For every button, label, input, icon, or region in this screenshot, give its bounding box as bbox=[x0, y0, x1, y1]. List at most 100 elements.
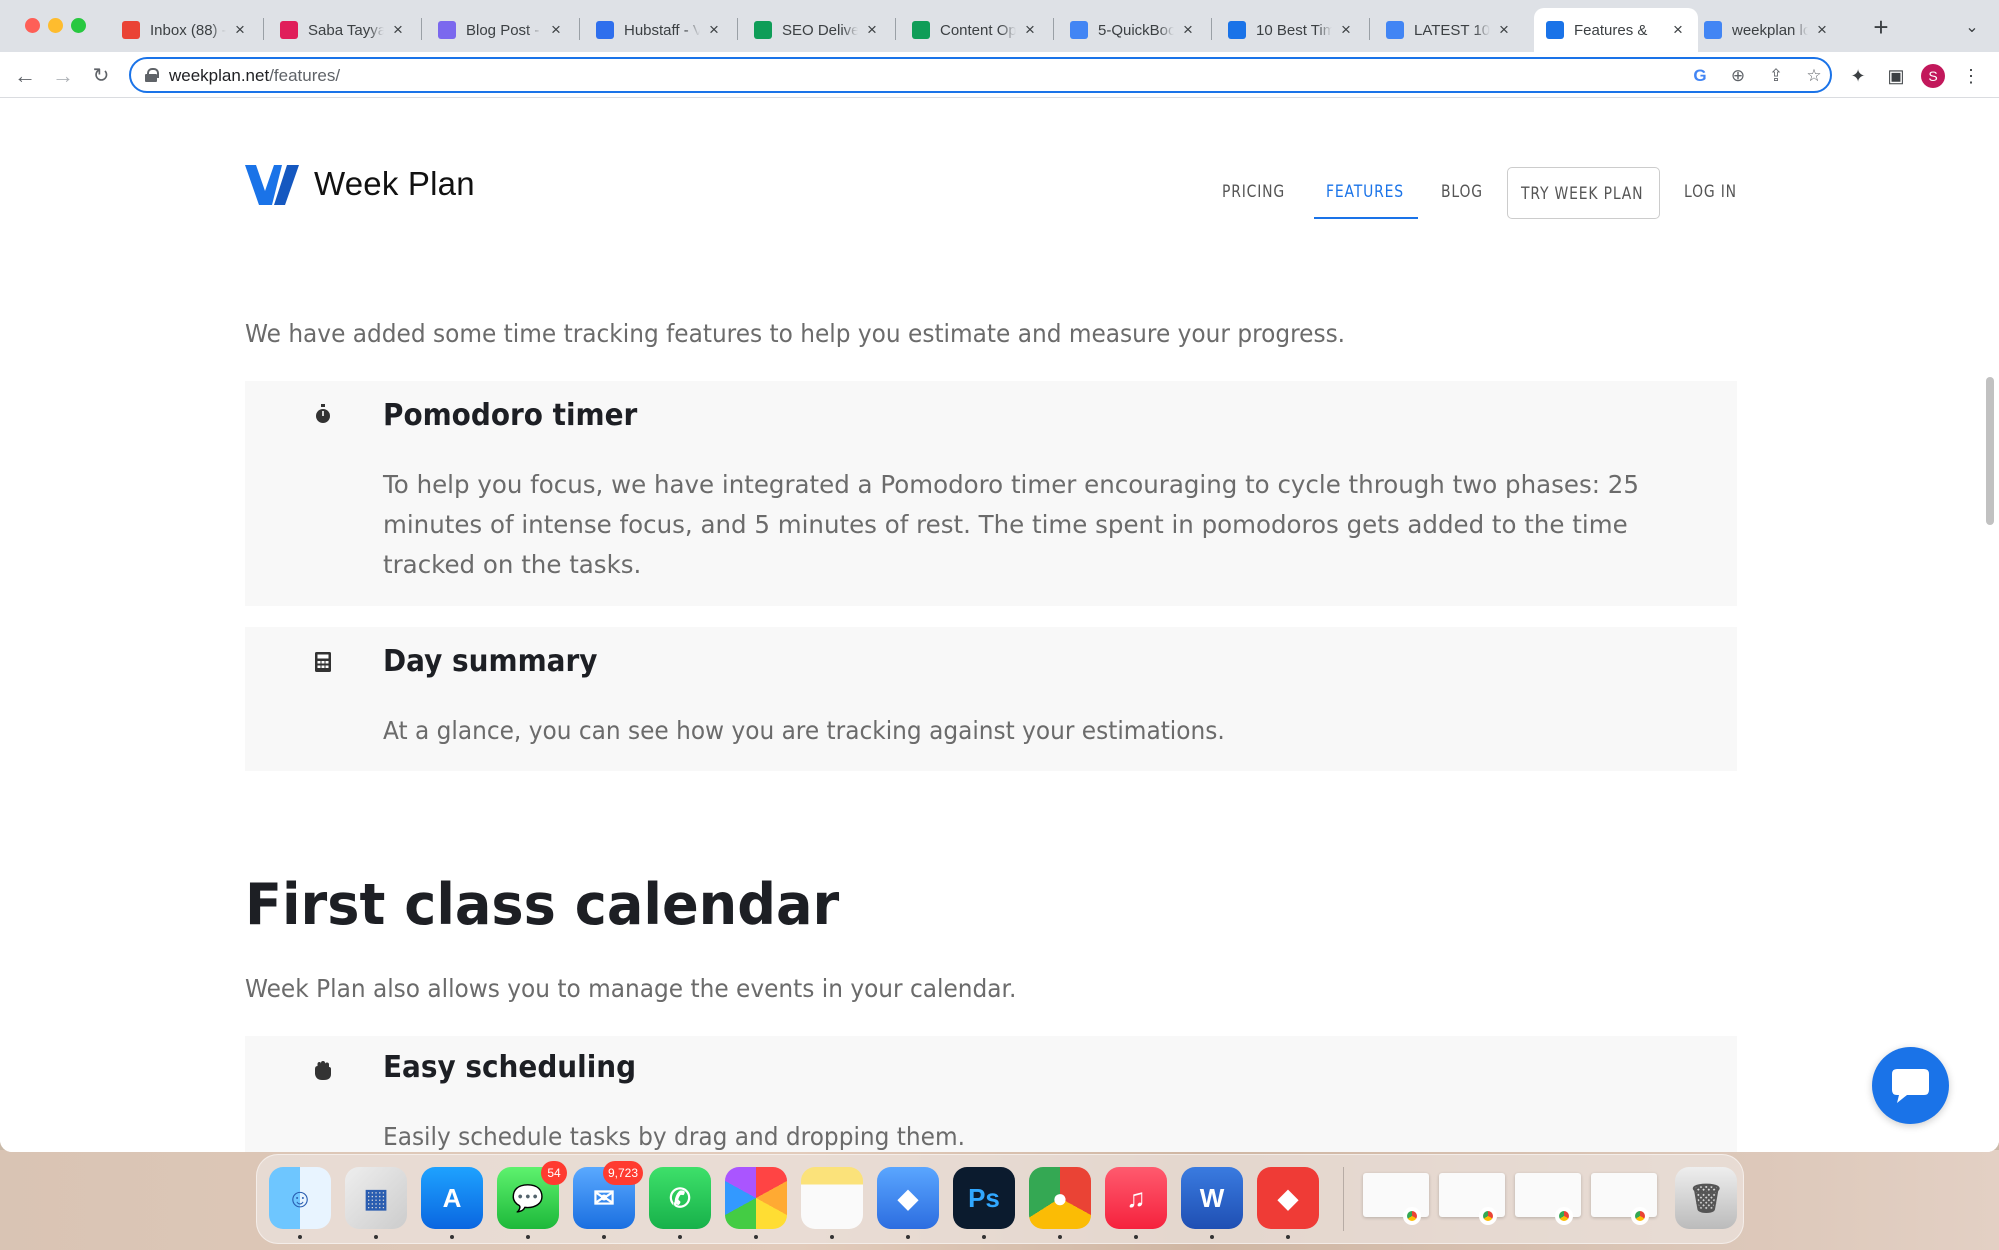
more-menu-icon[interactable]: ⋮ bbox=[1958, 63, 1984, 89]
tab-2[interactable]: Saba Tayyab × bbox=[268, 8, 418, 52]
zoom-icon[interactable]: ⊕ bbox=[1726, 64, 1750, 88]
tab-close-icon[interactable]: × bbox=[864, 20, 880, 40]
whatsapp-icon[interactable]: ✆ bbox=[649, 1167, 711, 1229]
tab-close-icon[interactable]: × bbox=[1496, 20, 1512, 40]
page-viewport: Time tracking Week Plan PRICING FEATURES… bbox=[0, 99, 1999, 1152]
tab-close-icon[interactable]: × bbox=[706, 20, 722, 40]
chat-widget-button[interactable] bbox=[1872, 1047, 1949, 1124]
nav-login[interactable]: LOG IN bbox=[1684, 182, 1737, 202]
tab-4[interactable]: Hubstaff - V × bbox=[584, 8, 734, 52]
weekplan-icon bbox=[1546, 21, 1564, 39]
chrome-glyph: ● bbox=[1052, 1182, 1068, 1213]
slack-icon bbox=[280, 21, 298, 39]
forward-button[interactable]: → bbox=[48, 61, 78, 91]
tab-8[interactable]: 10 Best Tim × bbox=[1216, 8, 1366, 52]
photos-icon[interactable] bbox=[725, 1167, 787, 1229]
back-button[interactable]: ← bbox=[10, 61, 40, 91]
running-indicator bbox=[374, 1235, 378, 1239]
feature-title: Pomodoro timer bbox=[383, 398, 638, 433]
reload-button[interactable]: ↻ bbox=[86, 61, 116, 91]
word-icon[interactable]: W bbox=[1181, 1167, 1243, 1229]
finder-glyph: ☺ bbox=[286, 1182, 314, 1213]
mail-icon[interactable]: ✉ 9,723 bbox=[573, 1161, 643, 1229]
tab-5[interactable]: SEO Deliver × bbox=[742, 8, 892, 52]
tab-separator bbox=[1211, 18, 1212, 40]
try-week-plan-button[interactable]: TRY WEEK PLAN bbox=[1507, 167, 1660, 219]
finder-icon[interactable]: ☺ bbox=[269, 1167, 331, 1229]
hubstaff-dock-icon[interactable]: ◆ bbox=[877, 1167, 939, 1229]
running-indicator bbox=[298, 1235, 302, 1239]
tab-close-icon[interactable]: × bbox=[1022, 20, 1038, 40]
calculator-icon bbox=[315, 652, 331, 672]
minimized-chrome-window[interactable] bbox=[1363, 1173, 1429, 1225]
nav-pricing[interactable]: PRICING bbox=[1222, 182, 1285, 202]
music-icon[interactable]: ♫ bbox=[1105, 1167, 1167, 1229]
tab-close-icon[interactable]: × bbox=[1814, 20, 1830, 40]
section-lead-calendar: Week Plan also allows you to manage the … bbox=[245, 974, 1017, 1003]
minimized-chrome-window[interactable] bbox=[1515, 1173, 1581, 1225]
tab-10[interactable]: Features & × bbox=[1534, 8, 1698, 52]
tab-title: SEO Deliver bbox=[782, 21, 858, 39]
google-lens-icon[interactable]: G bbox=[1688, 64, 1712, 88]
feature-title: Easy scheduling bbox=[383, 1050, 637, 1085]
tab-separator bbox=[421, 18, 422, 40]
scrollbar-thumb[interactable] bbox=[1986, 377, 1994, 525]
week-plan-logo-icon[interactable] bbox=[245, 165, 299, 205]
tab-close-icon[interactable]: × bbox=[1180, 20, 1196, 40]
page-scrollbar[interactable] bbox=[1982, 99, 1999, 1152]
tab-close-icon[interactable]: × bbox=[548, 20, 564, 40]
tab-strip: Inbox (88) - ×Saba Tayyab×Blog Post - ×H… bbox=[0, 0, 1999, 52]
feature-card-day-summary: Day summary At a glance, you can see how… bbox=[245, 627, 1737, 771]
minimize-window-button[interactable] bbox=[48, 18, 63, 33]
tab-1[interactable]: Inbox (88) - × bbox=[110, 8, 260, 52]
extensions-puzzle-icon[interactable]: ✦ bbox=[1845, 63, 1871, 89]
minimized-chrome-window[interactable] bbox=[1439, 1173, 1505, 1225]
tab-close-icon[interactable]: × bbox=[1338, 20, 1354, 40]
tab-close-icon[interactable]: × bbox=[232, 20, 248, 40]
launchpad-icon[interactable]: ▦ bbox=[345, 1167, 407, 1229]
close-window-button[interactable] bbox=[25, 18, 40, 33]
zoom-window-button[interactable] bbox=[71, 18, 86, 33]
tab-11[interactable]: weekplan lo × bbox=[1692, 8, 1842, 52]
profile-avatar[interactable]: S bbox=[1921, 64, 1945, 88]
site-header: Week Plan PRICING FEATURES BLOG TRY WEEK… bbox=[0, 99, 1982, 224]
music-glyph: ♫ bbox=[1126, 1182, 1146, 1213]
nav-blog[interactable]: BLOG bbox=[1441, 182, 1483, 202]
running-indicator bbox=[678, 1235, 682, 1239]
tab-search-chevron-icon[interactable]: ⌄ bbox=[1958, 14, 1986, 42]
messages-icon[interactable]: 💬 54 bbox=[497, 1161, 567, 1229]
tab-title: Hubstaff - V bbox=[624, 21, 700, 39]
app-store-icon[interactable]: A bbox=[421, 1167, 483, 1229]
tab-7[interactable]: 5-QuickBoo × bbox=[1058, 8, 1208, 52]
tab-6[interactable]: Content Opt × bbox=[900, 8, 1050, 52]
notes-icon[interactable] bbox=[801, 1167, 863, 1229]
tab-title: Inbox (88) - bbox=[150, 21, 226, 39]
address-bar[interactable]: weekplan.net/features/ G ⊕ ⇪ ☆ bbox=[129, 57, 1832, 93]
running-indicator bbox=[1134, 1235, 1138, 1239]
share-icon[interactable]: ⇪ bbox=[1764, 64, 1788, 88]
new-tab-button[interactable]: + bbox=[1866, 12, 1896, 42]
tab-title: 10 Best Tim bbox=[1256, 21, 1332, 39]
macos-dock: ☺ ▦ A 💬 54 ✉ 9,723 ✆ ◆ Ps ● ♫ W ◆ 🗑 bbox=[256, 1154, 1744, 1244]
logo-text[interactable]: Week Plan bbox=[314, 165, 475, 203]
chrome-badge-icon bbox=[1403, 1207, 1421, 1225]
section-title-calendar: First class calendar bbox=[245, 872, 840, 938]
minimized-chrome-window[interactable] bbox=[1591, 1173, 1657, 1225]
clickup-icon bbox=[438, 21, 456, 39]
anydesk-icon[interactable]: ◆ bbox=[1257, 1167, 1319, 1229]
hubstaff-icon bbox=[596, 21, 614, 39]
tab-title: Features & bbox=[1574, 21, 1648, 39]
tab-3[interactable]: Blog Post - × bbox=[426, 8, 576, 52]
photoshop-icon[interactable]: Ps bbox=[953, 1167, 1015, 1229]
bookmark-star-icon[interactable]: ☆ bbox=[1802, 64, 1826, 88]
lock-icon[interactable] bbox=[145, 68, 159, 82]
chrome-icon[interactable]: ● bbox=[1029, 1167, 1091, 1229]
running-indicator bbox=[754, 1235, 758, 1239]
whatsapp-glyph: ✆ bbox=[669, 1182, 691, 1213]
side-panel-icon[interactable]: ▣ bbox=[1883, 63, 1909, 89]
trash-icon[interactable]: 🗑 bbox=[1675, 1167, 1737, 1229]
nav-features[interactable]: FEATURES bbox=[1326, 182, 1404, 202]
tab-close-icon[interactable]: × bbox=[1670, 20, 1686, 40]
tab-close-icon[interactable]: × bbox=[390, 20, 406, 40]
tab-9[interactable]: LATEST 10 × bbox=[1374, 8, 1524, 52]
